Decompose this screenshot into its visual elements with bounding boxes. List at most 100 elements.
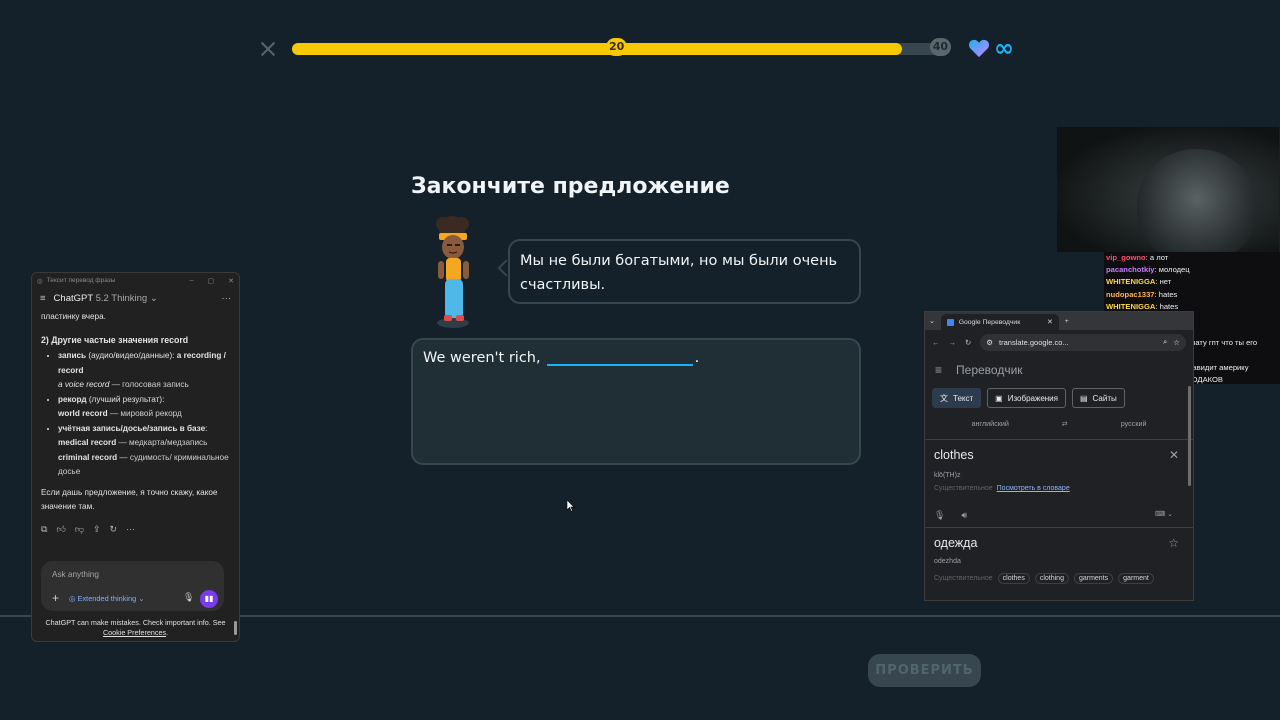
site-info-icon[interactable]: ⚙	[986, 338, 993, 347]
synonym-chip[interactable]: clothing	[1034, 573, 1069, 584]
reload-icon[interactable]: ↻	[965, 338, 971, 347]
chat-username[interactable]: pacanchotkiy	[1106, 265, 1155, 274]
source-panel[interactable]: clothes ✕ klō(TH)z Существительное Посмот…	[925, 440, 1193, 528]
microphone-icon[interactable]: 🎙︎	[934, 510, 945, 521]
sidebar-toggle-icon[interactable]: ≡	[40, 293, 46, 304]
chat-username[interactable]: vip_gowno	[1106, 253, 1146, 262]
hamburger-menu-icon[interactable]: ≡	[935, 363, 942, 377]
heart-icon	[968, 39, 990, 58]
source-language[interactable]: английский	[971, 419, 1008, 428]
chat-message: vip_gowno: а лот	[1106, 253, 1169, 262]
more-options-icon[interactable]: ···	[222, 293, 232, 304]
chat-text: hates	[1158, 289, 1178, 299]
target-language[interactable]: русский	[1121, 419, 1147, 428]
close-lesson-icon[interactable]	[258, 38, 278, 60]
listen-icon[interactable]: 🔊︎	[961, 510, 967, 521]
chat-text: молодец	[1158, 265, 1190, 275]
url-field[interactable]: ⚙ translate.google.co... ⌕ ☆	[980, 333, 1186, 351]
close-tab-icon[interactable]: ✕	[1047, 318, 1053, 326]
language-selector: английский ⇄ русский	[925, 408, 1193, 440]
hearts-counter[interactable]: ∞	[968, 34, 1014, 62]
thumbs-up-icon[interactable]: 👍︎	[56, 524, 65, 535]
infinite-hearts-label: ∞	[994, 34, 1014, 62]
chat-text: нет	[1159, 277, 1172, 287]
chat-username[interactable]: nudopac1337	[1106, 290, 1155, 299]
copy-icon[interactable]: ⧉	[41, 524, 47, 535]
section-heading: 2) Другие частые значения record	[41, 334, 189, 345]
message-closing: Если дашь предложение, я точно скажу, ка…	[41, 487, 218, 512]
model-selector[interactable]: ChatGPT 5.2 Thinking ⌄	[54, 293, 158, 304]
chatgpt-header: ≡ ChatGPT 5.2 Thinking ⌄ ···	[32, 288, 239, 308]
chat-message: WHITENIGGA: нет	[1106, 277, 1172, 287]
streamer-face	[1137, 149, 1257, 252]
synonym-chip[interactable]: clothes	[997, 573, 1030, 584]
tab-menu-icon[interactable]: ⌄	[929, 317, 935, 325]
target-panel: одежда ☆ odezhda Существительное clothes…	[925, 528, 1193, 592]
chat-username[interactable]: WHITENIGGA	[1106, 302, 1155, 311]
target-transliteration: odezhda	[934, 558, 961, 565]
chat-message: nudopac1337: hates	[1106, 289, 1178, 299]
prompt-speech-bubble: Мы не были богатыми, но мы были очень сч…	[508, 239, 861, 304]
composer-placeholder: Ask anything	[52, 570, 99, 579]
mouse-cursor-icon	[567, 500, 575, 512]
maximize-icon[interactable]: ▢	[208, 277, 215, 285]
search-icon[interactable]: ⌕	[1163, 337, 1167, 347]
answer-sentence: We weren't rich, .	[423, 346, 849, 366]
source-part-of-speech: Существительное Посмотреть в словаре	[934, 485, 1070, 492]
synonym-chip[interactable]: garment	[1118, 573, 1154, 584]
tab-google-translate[interactable]: Google Переводчик ✕	[940, 314, 1059, 330]
answer-area[interactable]: We weren't rich, .	[411, 338, 861, 465]
source-text[interactable]: clothes	[934, 448, 1184, 462]
keyboard-icon[interactable]: ⌨ ⌄	[1155, 510, 1173, 518]
progress-total-badge: 40	[929, 38, 951, 56]
address-bar-row: ← → ↻ ⚙ translate.google.co... ⌕ ☆	[925, 330, 1193, 354]
chatgpt-window-title: Тексит перевод фразы	[46, 277, 116, 284]
regenerate-icon[interactable]: ↻	[110, 524, 118, 535]
list-item: учётная запись/досье/запись в базе: medi…	[58, 422, 230, 480]
more-actions-icon[interactable]: ···	[126, 524, 135, 535]
mode-text[interactable]: 文 Текст	[932, 388, 982, 408]
url-text: translate.google.co...	[999, 337, 1069, 347]
source-tools: 🎙︎ 🔊︎	[934, 510, 967, 521]
window-controls: – ▢ ✕	[190, 277, 234, 285]
save-translation-star-icon[interactable]: ☆	[1168, 536, 1179, 550]
progress-current-badge: 20	[606, 38, 628, 56]
close-icon[interactable]: ✕	[228, 277, 234, 285]
webcam-overlay	[1057, 127, 1279, 252]
target-part-of-speech: Существительное	[934, 575, 993, 582]
swap-languages-icon[interactable]: ⇄	[1062, 419, 1068, 428]
mode-images[interactable]: ▣ Изображения	[987, 388, 1066, 408]
voice-mode-icon[interactable]: ▮▮	[200, 590, 218, 608]
new-tab-icon[interactable]: +	[1065, 318, 1069, 325]
chatgpt-window: ◎ Тексит перевод фразы – ▢ ✕ ≡ ChatGPT 5…	[31, 272, 240, 642]
microphone-icon[interactable]: 🎙︎	[183, 592, 194, 603]
plus-icon[interactable]: +	[52, 591, 59, 605]
chat-username[interactable]: WHITENIGGA	[1106, 277, 1155, 286]
minimize-icon[interactable]: –	[190, 277, 194, 285]
answer-input[interactable]	[546, 346, 693, 366]
image-mode-icon: ▣	[995, 393, 1003, 403]
forward-icon[interactable]: →	[949, 338, 957, 347]
character-illustration	[436, 216, 469, 328]
dictionary-link[interactable]: Посмотреть в словаре	[997, 485, 1070, 492]
model-version: 5.2 Thinking	[95, 292, 148, 304]
chatgpt-app-icon: ◎	[37, 277, 43, 285]
back-icon[interactable]: ←	[932, 338, 940, 347]
check-button[interactable]: ПРОВЕРИТЬ	[868, 654, 981, 687]
chatgpt-scrollbar[interactable]	[234, 289, 237, 639]
extended-thinking-toggle[interactable]: ◎ Extended thinking ⌄	[69, 594, 145, 603]
chat-text: hates	[1159, 301, 1179, 311]
chat-composer[interactable]: Ask anything + ◎ Extended thinking ⌄ 🎙︎ …	[41, 561, 224, 611]
share-icon[interactable]: ⇪	[93, 524, 101, 535]
translate-modes: 文 Текст ▣ Изображения ▤ Сайты	[925, 388, 1193, 408]
thumbs-down-icon[interactable]: 👎︎	[75, 524, 84, 535]
mode-sites[interactable]: ▤ Сайты	[1071, 388, 1125, 408]
task-title: Закончите предложение	[411, 174, 730, 199]
translate-scrollbar[interactable]	[1188, 386, 1191, 600]
synonym-chip[interactable]: garments	[1073, 573, 1114, 584]
chat-message: pacanchotkiy: молодец	[1106, 265, 1190, 275]
bookmark-star-icon[interactable]: ☆	[1173, 338, 1180, 347]
clear-text-icon[interactable]: ✕	[1169, 448, 1179, 462]
chatgpt-message: пластинку вчера. 2) Другие частые значен…	[32, 308, 239, 515]
cookie-preferences-link[interactable]: Cookie Preferences	[103, 628, 166, 637]
